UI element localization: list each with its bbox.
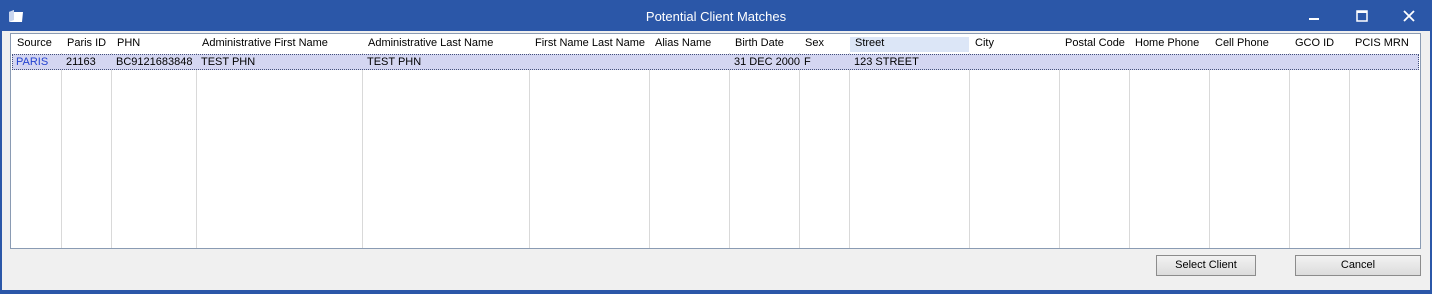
cancel-button[interactable]: Cancel — [1295, 255, 1421, 276]
dialog-window: Potential Client Matches Source Paris ID… — [0, 0, 1432, 294]
column-header-source[interactable]: Source — [12, 37, 61, 52]
column-header-paris-id[interactable]: Paris ID — [62, 37, 111, 52]
cell-city — [970, 56, 1059, 70]
cell-paris-id: 21163 — [66, 56, 96, 68]
maximize-button[interactable] — [1339, 0, 1385, 32]
cell-gco-id — [1290, 56, 1349, 70]
column-header-admin-last-name[interactable]: Administrative Last Name — [363, 37, 529, 52]
cell-first-name-last-name — [530, 56, 649, 70]
column-header-postal-code[interactable]: Postal Code — [1060, 37, 1129, 52]
window-title: Potential Client Matches — [645, 9, 787, 24]
dialog-body: Source Paris ID PHN Administrative First… — [2, 31, 1430, 290]
column-header-gco-id[interactable]: GCO ID — [1290, 37, 1349, 52]
cell-admin-last-name: TEST PHN — [367, 56, 422, 68]
title-bar[interactable]: Potential Client Matches — [0, 0, 1432, 32]
column-header-city[interactable]: City — [970, 37, 1059, 52]
column-header-birth-date[interactable]: Birth Date — [730, 37, 799, 52]
cell-birth-date: 31 DEC 2000 — [734, 56, 801, 68]
column-header-first-name-last-name[interactable]: First Name Last Name — [530, 37, 649, 52]
select-client-button[interactable]: Select Client — [1156, 255, 1256, 276]
cell-pcis-mrn — [1350, 56, 1420, 70]
close-button[interactable] — [1386, 0, 1432, 32]
column-header-admin-first-name[interactable]: Administrative First Name — [197, 37, 362, 52]
cell-postal-code — [1060, 56, 1129, 70]
column-header-alias-name[interactable]: Alias Name — [650, 37, 729, 52]
column-header-home-phone[interactable]: Home Phone — [1130, 37, 1209, 52]
grid-header-row: Source Paris ID PHN Administrative First… — [11, 34, 1420, 53]
cell-home-phone — [1130, 56, 1209, 70]
client-matches-grid[interactable]: Source Paris ID PHN Administrative First… — [10, 33, 1421, 249]
cell-admin-first-name: TEST PHN — [201, 56, 256, 68]
cell-alias-name — [650, 56, 729, 70]
cell-cell-phone — [1210, 56, 1289, 70]
cell-source[interactable]: PARIS — [12, 56, 61, 70]
column-header-pcis-mrn[interactable]: PCIS MRN — [1350, 37, 1420, 52]
column-header-phn[interactable]: PHN — [112, 37, 196, 52]
cell-street: 123 STREET — [854, 56, 919, 68]
column-header-cell-phone[interactable]: Cell Phone — [1210, 37, 1289, 52]
minimize-button[interactable] — [1291, 0, 1337, 32]
cell-phn: BC9121683848 — [116, 56, 193, 68]
column-header-street[interactable]: Street — [850, 37, 969, 52]
column-header-sex[interactable]: Sex — [800, 37, 849, 52]
cell-sex: F — [804, 56, 811, 68]
